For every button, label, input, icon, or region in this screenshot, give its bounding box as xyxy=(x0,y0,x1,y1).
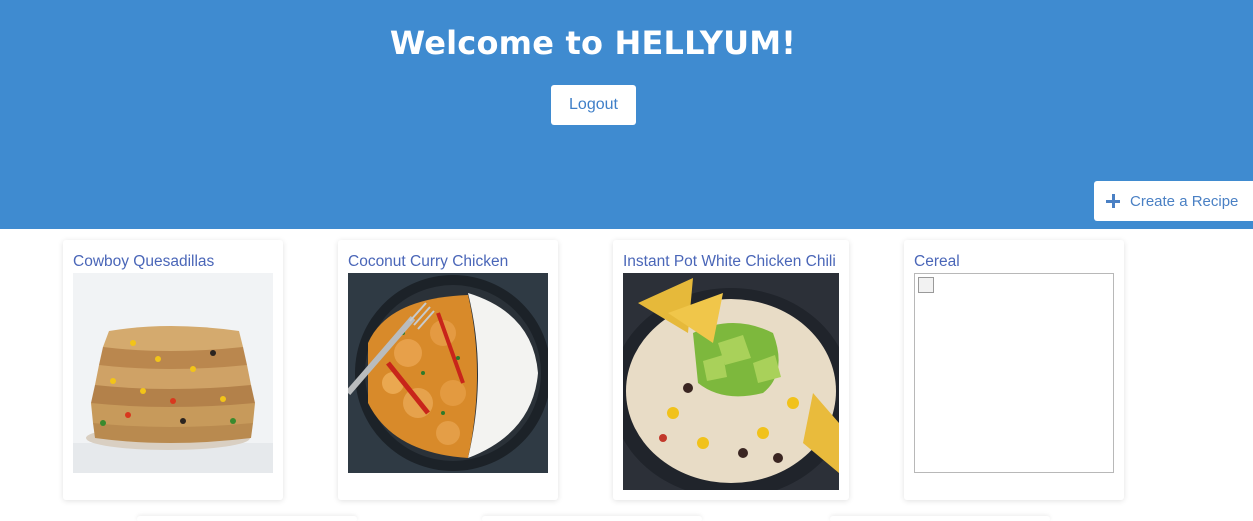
recipe-title[interactable]: Cereal xyxy=(914,253,960,271)
broken-image-icon xyxy=(918,277,934,293)
logout-button[interactable]: Logout xyxy=(551,85,636,125)
recipe-image[interactable] xyxy=(348,273,548,473)
plus-icon xyxy=(1106,194,1120,208)
recipe-image[interactable] xyxy=(623,273,839,490)
recipe-title[interactable]: Coconut Curry Chicken xyxy=(348,253,508,271)
recipe-card[interactable]: Coconut Curry Chicken xyxy=(338,240,558,500)
recipe-card-partial xyxy=(482,516,702,521)
recipe-card-partial xyxy=(830,516,1050,521)
recipe-card[interactable]: Instant Pot White Chicken Chili xyxy=(613,240,849,500)
create-recipe-button[interactable]: Create a Recipe xyxy=(1094,181,1253,221)
recipe-image[interactable] xyxy=(914,273,1114,473)
recipe-card[interactable]: Cowboy Quesadillas xyxy=(63,240,283,500)
recipe-title[interactable]: Instant Pot White Chicken Chili xyxy=(623,253,836,271)
page-header: Welcome to HELLYUM! Logout Create a Reci… xyxy=(0,0,1253,229)
recipe-card[interactable]: Cereal xyxy=(904,240,1124,500)
create-recipe-label: Create a Recipe xyxy=(1130,192,1239,210)
page-title: Welcome to HELLYUM! xyxy=(389,24,797,62)
recipe-card-partial xyxy=(137,516,357,521)
recipe-image[interactable] xyxy=(73,273,273,473)
recipe-title[interactable]: Cowboy Quesadillas xyxy=(73,253,214,271)
